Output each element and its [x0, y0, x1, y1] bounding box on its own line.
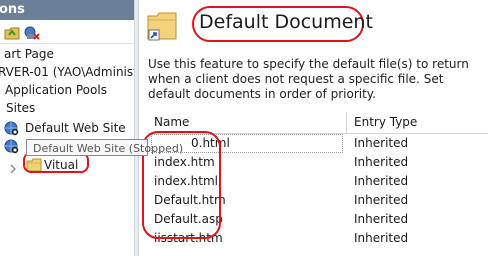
column-divider[interactable]	[346, 112, 347, 133]
column-header-name[interactable]: Name	[154, 115, 189, 129]
item-entry-type: Inherited	[354, 231, 409, 245]
tree-item-application-pools[interactable]: Application Pools	[0, 81, 134, 99]
feature-description: Use this feature to specify the default …	[148, 57, 469, 101]
default-document-icon	[147, 10, 177, 46]
tree-item-label: art Page	[4, 47, 54, 61]
item-entry-type: Inherited	[354, 174, 409, 188]
tree-item-label: Default Web Site	[25, 121, 126, 135]
tree-item-label: RVER-01 (YAO\Administ	[0, 65, 134, 79]
connections-pane: ons art Page RVER-01 (YAO\Administ Appli…	[0, 0, 134, 256]
item-entry-type: Inherited	[354, 136, 409, 150]
tree-item-default-web-site[interactable]: Default Web Site	[0, 119, 134, 137]
tree-item-sites[interactable]: Sites	[0, 99, 134, 117]
connections-toolbar	[0, 21, 134, 44]
tree-item-start-page[interactable]: art Page	[0, 45, 134, 63]
page-title: Default Document	[199, 11, 373, 33]
item-entry-type: Inherited	[354, 155, 409, 169]
folder-up-icon[interactable]	[4, 25, 20, 44]
tree-item-label: Application Pools	[5, 83, 107, 97]
tree-item-server[interactable]: RVER-01 (YAO\Administ	[0, 63, 134, 81]
connections-header: ons	[0, 0, 134, 20]
item-entry-type: Inherited	[354, 193, 409, 207]
website-stopped-icon	[4, 139, 19, 154]
connections-title: ons	[0, 2, 25, 17]
connect-icon[interactable]	[24, 25, 40, 44]
item-entry-type: Inherited	[354, 212, 409, 226]
column-header-entry-type[interactable]: Entry Type	[354, 115, 417, 129]
tree-item-label: Sites	[6, 101, 36, 115]
tooltip: Default Web Site (Stopped)	[26, 139, 183, 156]
website-stopped-icon	[4, 121, 19, 136]
chevron-right-icon[interactable]	[9, 159, 17, 178]
